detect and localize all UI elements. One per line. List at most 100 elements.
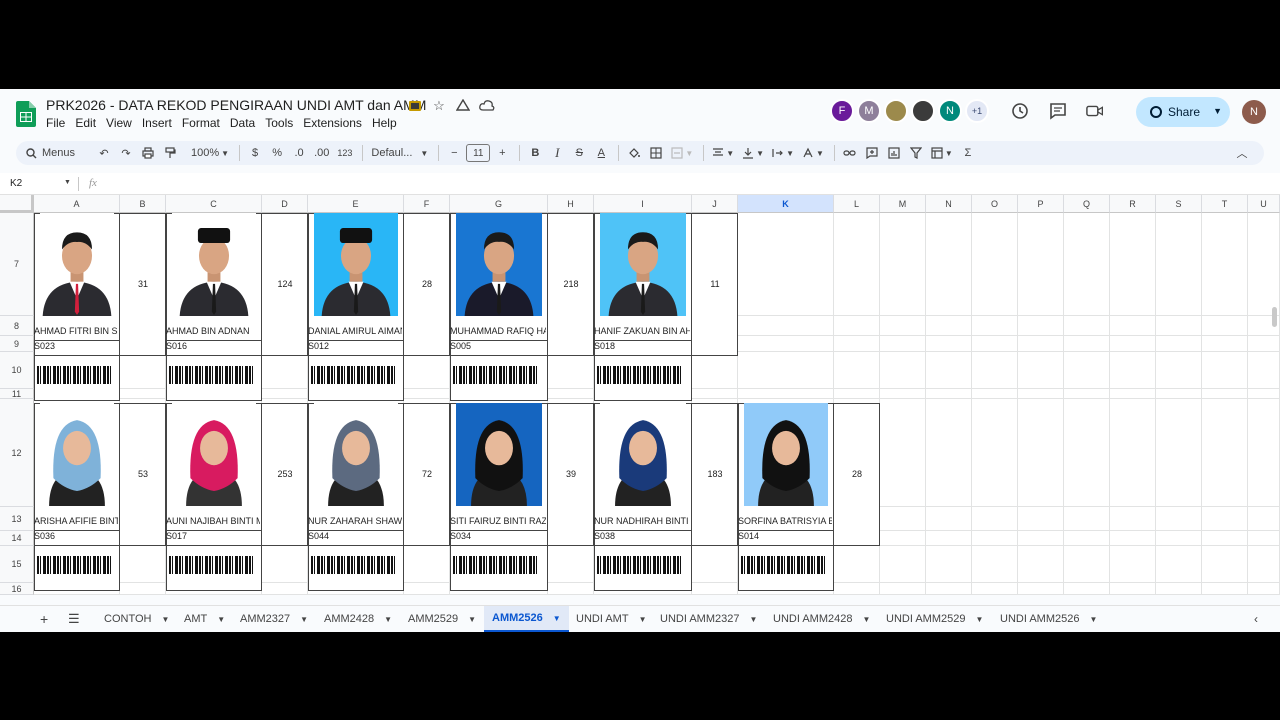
- sheet-tab-amm2529[interactable]: AMM2529 ▼: [400, 606, 484, 632]
- row-header-9[interactable]: 9: [0, 336, 34, 352]
- strikethrough-button[interactable]: S: [569, 143, 589, 163]
- zoom-select[interactable]: 100% ▼: [188, 143, 232, 163]
- column-header-f[interactable]: F: [404, 195, 450, 213]
- font-size-input[interactable]: 11: [466, 144, 491, 162]
- add-sheet-icon[interactable]: +: [40, 611, 48, 627]
- insert-comment-icon[interactable]: [862, 143, 882, 163]
- fill-color-icon[interactable]: [624, 143, 644, 163]
- menu-insert[interactable]: Insert: [142, 116, 172, 130]
- caret-down-icon[interactable]: ▼: [468, 615, 476, 624]
- menu-format[interactable]: Format: [182, 116, 220, 130]
- redo-icon[interactable]: ↷: [116, 143, 136, 163]
- name-box[interactable]: K2: [10, 178, 22, 189]
- sheet-tab-undi-amm2327[interactable]: UNDI AMM2327 ▼: [652, 606, 765, 632]
- user-avatar[interactable]: N: [1242, 100, 1266, 124]
- more-formats-button[interactable]: 123: [334, 143, 355, 163]
- merge-cells-icon[interactable]: ▼: [668, 143, 696, 163]
- more-collaborators-badge[interactable]: +1: [965, 99, 989, 123]
- menu-data[interactable]: Data: [230, 116, 255, 130]
- caret-down-icon[interactable]: ▼: [300, 615, 308, 624]
- caret-down-icon[interactable]: ▼: [639, 615, 647, 624]
- column-header-u[interactable]: U: [1248, 195, 1280, 213]
- column-header-e[interactable]: E: [308, 195, 404, 213]
- row-header-10[interactable]: 10: [0, 352, 34, 389]
- menu-view[interactable]: View: [106, 116, 132, 130]
- text-color-button[interactable]: A: [591, 143, 611, 163]
- row-header-11[interactable]: 11: [0, 389, 34, 399]
- caret-down-icon[interactable]: ▼: [161, 615, 169, 624]
- column-header-d[interactable]: D: [262, 195, 308, 213]
- column-header-g[interactable]: G: [450, 195, 548, 213]
- borders-icon[interactable]: [646, 143, 666, 163]
- menu-file[interactable]: File: [46, 116, 65, 130]
- functions-button[interactable]: Σ: [958, 143, 978, 163]
- column-header-r[interactable]: R: [1110, 195, 1156, 213]
- column-header-q[interactable]: Q: [1064, 195, 1110, 213]
- sheet-tab-contoh[interactable]: CONTOH ▼: [96, 606, 177, 632]
- column-header-t[interactable]: T: [1202, 195, 1248, 213]
- drive-shortcut-icon[interactable]: [454, 97, 472, 115]
- column-header-l[interactable]: L: [834, 195, 880, 213]
- column-header-k[interactable]: K: [738, 195, 834, 213]
- increase-decimal-button[interactable]: .00: [311, 143, 332, 163]
- column-header-j[interactable]: J: [692, 195, 738, 213]
- sheet-tab-amm2526[interactable]: AMM2526 ▼: [484, 606, 569, 632]
- caret-down-icon[interactable]: ▼: [862, 615, 870, 624]
- meet-video-icon[interactable]: [1086, 101, 1106, 121]
- sheet-tab-undi-amm2526[interactable]: UNDI AMM2526 ▼: [992, 606, 1105, 632]
- insert-link-icon[interactable]: [840, 143, 860, 163]
- decrease-decimal-button[interactable]: .0: [289, 143, 309, 163]
- menu-extensions[interactable]: Extensions: [303, 116, 362, 130]
- menu-help[interactable]: Help: [372, 116, 397, 130]
- version-history-icon[interactable]: [1010, 101, 1030, 121]
- column-header-o[interactable]: O: [972, 195, 1018, 213]
- column-header-p[interactable]: P: [1018, 195, 1064, 213]
- collaborator-avatar[interactable]: [911, 99, 935, 123]
- sheet-tab-amm2428[interactable]: AMM2428 ▼: [316, 606, 400, 632]
- share-dropdown-icon[interactable]: ▼: [1213, 106, 1222, 116]
- row-header-14[interactable]: 14: [0, 531, 34, 546]
- increase-font-size-button[interactable]: +: [492, 143, 512, 163]
- caret-down-icon[interactable]: ▼: [217, 615, 225, 624]
- row-header-13[interactable]: 13: [0, 507, 34, 531]
- sheet-tab-undi-amm2529[interactable]: UNDI AMM2529 ▼: [878, 606, 991, 632]
- column-header-h[interactable]: H: [548, 195, 594, 213]
- currency-format-button[interactable]: $: [245, 143, 265, 163]
- collapse-toolbar-icon[interactable]: ︿: [1232, 143, 1252, 163]
- row-header-12[interactable]: 12: [0, 399, 34, 507]
- collaborator-avatar[interactable]: M: [857, 99, 881, 123]
- sheet-tab-undi-amm2428[interactable]: UNDI AMM2428 ▼: [765, 606, 878, 632]
- bold-button[interactable]: B: [525, 143, 545, 163]
- comments-icon[interactable]: [1048, 101, 1068, 121]
- row-header-8[interactable]: 8: [0, 316, 34, 336]
- caret-down-icon[interactable]: ▼: [975, 615, 983, 624]
- sheets-logo-icon[interactable]: [16, 101, 36, 127]
- column-header-n[interactable]: N: [926, 195, 972, 213]
- filter-icon[interactable]: [906, 143, 926, 163]
- column-header-s[interactable]: S: [1156, 195, 1202, 213]
- share-button[interactable]: Share ▼: [1136, 97, 1230, 127]
- collaborator-avatar[interactable]: [884, 99, 908, 123]
- text-wrapping-icon[interactable]: ▼: [769, 143, 797, 163]
- italic-button[interactable]: I: [547, 143, 567, 163]
- collaborator-avatar[interactable]: N: [938, 99, 962, 123]
- spreadsheet-grid[interactable]: A B C D E F G H I J K L M N O P Q R S T U 7 8 9 10 11 12 13 14 15 16 AH…: [0, 195, 1280, 595]
- caret-down-icon[interactable]: ▼: [1089, 615, 1097, 624]
- column-header-i[interactable]: I: [594, 195, 692, 213]
- sheet-tab-undi-amt[interactable]: UNDI AMT ▼: [568, 606, 654, 632]
- sheet-tab-amm2327[interactable]: AMM2327 ▼: [232, 606, 316, 632]
- decrease-font-size-button[interactable]: −: [444, 143, 464, 163]
- collaborator-avatar[interactable]: F: [830, 99, 854, 123]
- paint-format-icon[interactable]: [160, 143, 180, 163]
- menu-tools[interactable]: Tools: [265, 116, 293, 130]
- percent-format-button[interactable]: %: [267, 143, 287, 163]
- insert-chart-icon[interactable]: [884, 143, 904, 163]
- select-all-corner[interactable]: [0, 195, 34, 213]
- text-rotation-icon[interactable]: ▼: [799, 143, 827, 163]
- column-header-a[interactable]: A: [34, 195, 120, 213]
- caret-down-icon[interactable]: ▼: [553, 614, 561, 623]
- tab-scroll-left-icon[interactable]: ‹: [1254, 612, 1258, 626]
- star-icon[interactable]: ☆: [430, 97, 448, 115]
- print-icon[interactable]: [138, 143, 158, 163]
- menus-search-button[interactable]: Menus: [16, 143, 78, 163]
